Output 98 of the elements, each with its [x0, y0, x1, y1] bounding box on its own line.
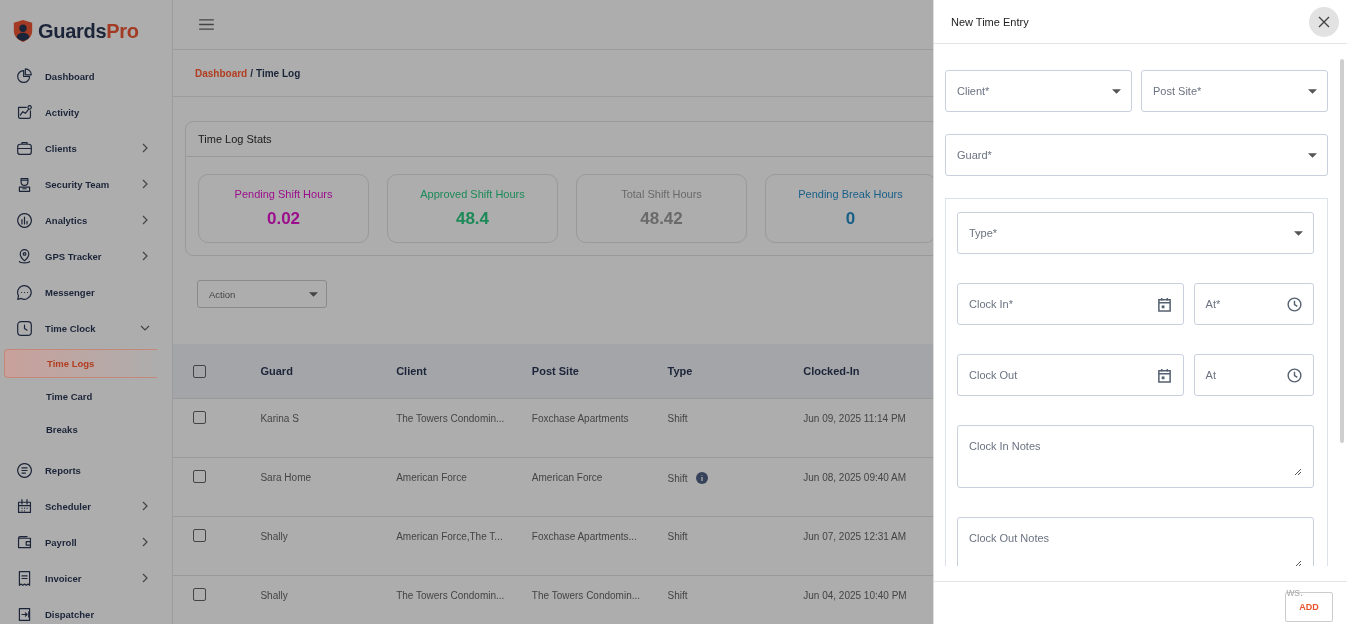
table-cell: Shally [260, 530, 288, 542]
table-cell: Shift [667, 530, 688, 542]
caret-icon [1294, 230, 1303, 236]
person-icon [16, 175, 33, 193]
close-button[interactable] [1309, 6, 1339, 37]
stat-label: Pending Shift Hours [234, 188, 333, 200]
table-cell: Shift [667, 472, 688, 484]
select-field[interactable]: Post Site* [1141, 70, 1328, 112]
table-cell: Jun 08, 2025 09:40 AM [803, 471, 907, 483]
stat-label: Approved Shift Hours [420, 188, 525, 200]
pie-chart-icon [16, 67, 33, 85]
time-field[interactable]: At* [1193, 283, 1314, 325]
date-field[interactable]: Clock In* [957, 283, 1184, 325]
stat-value: 48.42 [640, 209, 683, 229]
sidebar-item[interactable]: Scheduler [0, 488, 172, 524]
column-header[interactable]: Guard [260, 364, 293, 377]
sidebar-item[interactable]: Analytics [0, 202, 172, 238]
wallet-icon [16, 533, 33, 551]
select-field[interactable]: Guard* [945, 134, 1328, 176]
row-checkbox[interactable] [193, 528, 206, 542]
row-checkbox[interactable] [193, 469, 206, 483]
table-cell: The Towers Condomin... [531, 589, 641, 601]
table-cell: The Towers Condomin... [396, 412, 505, 424]
resize-grip-icon [1294, 468, 1302, 476]
caret-icon [1308, 152, 1317, 158]
receipt-icon [16, 569, 33, 587]
select-all-checkbox[interactable] [193, 364, 206, 378]
map-pin-icon [16, 247, 33, 265]
table-cell: American Force [531, 471, 603, 483]
table-cell: Sara Home [260, 471, 312, 483]
info-icon[interactable] [696, 471, 709, 484]
calendar-icon [16, 497, 33, 515]
column-header[interactable]: Post Site [531, 364, 579, 377]
stat-label: Total Shift Hours [621, 188, 702, 200]
exit-arrow-icon [16, 605, 33, 623]
sidebar-item[interactable]: Messenger [0, 274, 172, 310]
clock-icon [1287, 296, 1302, 312]
select-field[interactable]: Client* [945, 70, 1132, 112]
sidebar-item[interactable]: Clients [0, 130, 172, 166]
column-header[interactable]: Clocked-In [803, 364, 860, 377]
time-field[interactable]: At [1193, 354, 1314, 396]
table-cell: Foxchase Apartments... [531, 530, 637, 542]
sidebar-subitem[interactable]: Time Card [4, 380, 172, 413]
stat-value: 48.4 [455, 209, 490, 229]
breadcrumb-current: Time Log [256, 67, 301, 79]
table-cell: The Towers Condomin... [396, 589, 505, 601]
sidebar-subitem[interactable]: Breaks [4, 413, 172, 446]
table-cell: American Force [396, 471, 467, 483]
clock-icon [1287, 367, 1302, 383]
table-cell: Shift [667, 589, 688, 601]
scrollbar[interactable] [1340, 59, 1344, 443]
table-cell: Shift [667, 412, 688, 424]
table-cell: Karina S [260, 412, 299, 424]
caret-icon [1112, 88, 1121, 94]
bar-chart-icon [16, 211, 33, 229]
sidebar-item[interactable]: Security Team [0, 166, 172, 202]
chat-bubble-icon [16, 283, 33, 301]
table-cell: Jun 07, 2025 12:31 AM [803, 530, 907, 542]
stat-value: 0.02 [266, 209, 301, 229]
row-checkbox[interactable] [193, 410, 206, 424]
calendar-icon [1156, 296, 1172, 312]
caret-icon [309, 291, 318, 297]
column-header[interactable]: Client [396, 364, 427, 377]
shield-logo-icon [12, 19, 34, 43]
sidebar-item[interactable]: Invoicer [0, 560, 172, 596]
sidebar-item[interactable]: Dashboard [0, 58, 172, 94]
table-cell: Foxchase Apartments [531, 412, 629, 424]
sidebar-item[interactable]: Reports [0, 452, 172, 488]
chart-line-icon [16, 103, 33, 121]
briefcase-icon [16, 139, 33, 157]
sidebar-item[interactable]: Activity [0, 94, 172, 130]
breadcrumb-separator: / [250, 67, 253, 79]
table-cell: American Force,The T... [396, 530, 503, 542]
clock-icon [16, 319, 33, 337]
row-checkbox[interactable] [193, 587, 206, 601]
stat-label: Pending Break Hours [798, 188, 903, 200]
table-cell: Shally [260, 589, 288, 601]
calendar-icon [1156, 367, 1172, 383]
document-icon [16, 461, 33, 479]
table-cell: Jun 04, 2025 10:40 PM [803, 589, 907, 601]
sidebar-item[interactable]: Time Clock [0, 310, 172, 346]
column-header[interactable]: Type [667, 364, 693, 377]
select-field[interactable]: Type* [957, 212, 1314, 254]
drawer-title: New Time Entry [951, 15, 1029, 28]
menu-icon[interactable] [199, 19, 214, 30]
close-icon [1318, 15, 1330, 28]
sidebar-item[interactable]: GPS Tracker [0, 238, 172, 274]
sidebar-item[interactable]: Payroll [0, 524, 172, 560]
textarea-field[interactable]: Clock Out Notes [957, 517, 1314, 566]
sidebar-item[interactable]: Dispatcher [0, 596, 172, 624]
stat-value: 0 [845, 209, 856, 229]
date-field[interactable]: Clock Out [957, 354, 1184, 396]
brand-name: GuardsPro [38, 19, 139, 43]
action-dropdown[interactable]: Action [197, 280, 327, 308]
caret-icon [1308, 88, 1317, 94]
resize-grip-icon [1294, 560, 1302, 566]
textarea-field[interactable]: Clock In Notes [957, 425, 1314, 488]
table-cell: Jun 09, 2025 11:14 PM [803, 412, 906, 424]
